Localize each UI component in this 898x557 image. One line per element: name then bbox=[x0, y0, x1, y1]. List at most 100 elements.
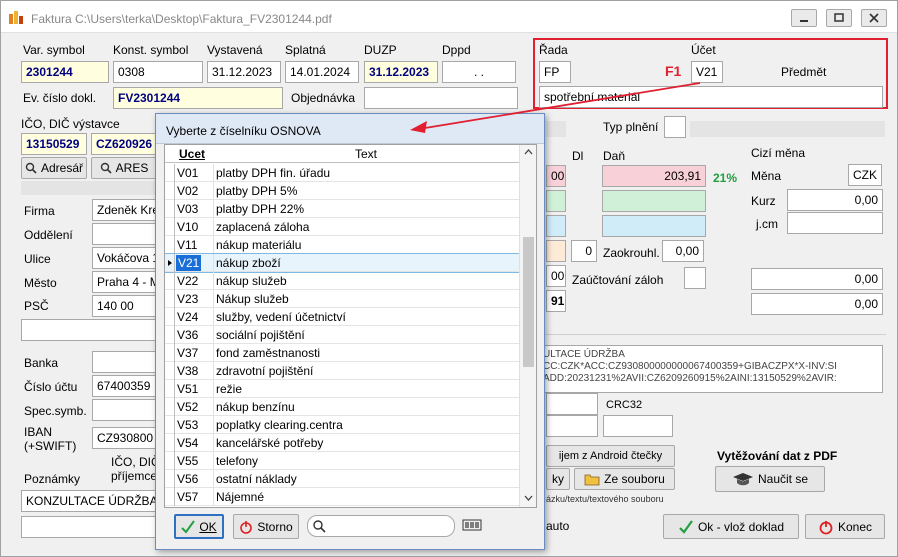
konec-button[interactable]: Konec bbox=[805, 514, 885, 539]
extra-address-field[interactable] bbox=[21, 319, 161, 341]
android-reader-button[interactable]: ijem z Android čtečky bbox=[546, 445, 675, 467]
grid-row[interactable]: V36 sociální pojištění bbox=[165, 326, 520, 344]
row-ucet: V11 bbox=[177, 238, 198, 252]
dl-field[interactable]: 0 bbox=[571, 240, 597, 262]
poznamky-field[interactable]: KONZULTACE ÚDRŽBA bbox=[21, 490, 161, 512]
dan-field-blue[interactable] bbox=[602, 215, 706, 237]
ares-button[interactable]: ARES bbox=[91, 157, 157, 179]
grid-row[interactable]: V51 režie bbox=[165, 380, 520, 398]
vertical-scrollbar[interactable] bbox=[519, 145, 536, 507]
zaokrouhl-field[interactable]: 0,00 bbox=[662, 240, 704, 262]
splatna-field[interactable]: 14.01.2024 bbox=[285, 61, 359, 83]
check-icon bbox=[181, 519, 196, 534]
typ-plneni-field[interactable] bbox=[664, 116, 686, 138]
row-text: režie bbox=[213, 380, 519, 397]
dan-field[interactable]: 203,91 bbox=[602, 165, 706, 187]
psc-field[interactable]: 140 00 bbox=[92, 295, 162, 317]
ev-cislo-field[interactable]: FV2301244 bbox=[113, 87, 283, 109]
grid-row[interactable]: V03 platby DPH 22% bbox=[165, 200, 520, 218]
ico-field[interactable]: 13150529 bbox=[21, 133, 87, 155]
barcode-icon[interactable] bbox=[462, 519, 482, 531]
ico-dic-label: IČO, DIČ výstavce bbox=[21, 117, 120, 131]
duzp-field[interactable]: 31.12.2023 bbox=[364, 61, 438, 83]
osnova-grid[interactable]: Ucet Text V01 platby DPH fin. úřadu V02 pla… bbox=[164, 144, 537, 508]
ulice-field[interactable]: Vokáčova 1 bbox=[92, 247, 162, 269]
grid-row[interactable]: V55 telefony bbox=[165, 452, 520, 470]
row-text: platby DPH 22% bbox=[213, 200, 519, 217]
scroll-up-icon[interactable] bbox=[520, 145, 537, 159]
scroll-down-icon[interactable] bbox=[520, 491, 537, 505]
dan-field-green[interactable] bbox=[602, 190, 706, 212]
grid-row[interactable]: V10 zaplacená záloha bbox=[165, 218, 520, 236]
grid-row[interactable]: V52 nákup benzínu bbox=[165, 398, 520, 416]
ze-souboru-button[interactable]: Ze souboru bbox=[574, 468, 675, 490]
grid-row[interactable]: V37 fond zaměstnanosti bbox=[165, 344, 520, 362]
grid-row[interactable]: V21 nákup zboží bbox=[165, 253, 521, 273]
qr-extra-field-2[interactable] bbox=[546, 415, 598, 437]
crc32-field[interactable] bbox=[603, 415, 673, 437]
cislo-uctu-field[interactable]: 67400359 bbox=[92, 375, 162, 397]
spec-symb-field[interactable] bbox=[92, 399, 162, 421]
minimize-button[interactable] bbox=[791, 9, 817, 27]
row-ucet: V36 bbox=[177, 328, 199, 342]
konst-symbol-field[interactable]: 0308 bbox=[113, 61, 203, 83]
mesto-field[interactable]: Praha 4 - M bbox=[92, 271, 162, 293]
oddeleni-field[interactable] bbox=[92, 223, 162, 245]
grid-row[interactable]: V02 platby DPH 5% bbox=[165, 182, 520, 200]
spec-symb-label: Spec.symb. bbox=[24, 404, 87, 418]
foreign-total-1[interactable]: 0,00 bbox=[751, 268, 883, 290]
rada-field[interactable]: FP bbox=[539, 61, 571, 83]
dppd-field[interactable]: . . bbox=[442, 61, 516, 83]
jcm-field[interactable] bbox=[787, 212, 883, 234]
dialog-search-input[interactable] bbox=[307, 515, 455, 537]
dic-field[interactable]: CZ620926 bbox=[91, 133, 157, 155]
ok-insert-button[interactable]: Ok - vlož doklad bbox=[663, 514, 799, 539]
grid-row[interactable]: V54 kancelářské potřeby bbox=[165, 434, 520, 452]
base-field-blue[interactable] bbox=[546, 215, 566, 237]
grid-row[interactable]: V23 Nákup služeb bbox=[165, 290, 520, 308]
mena-field[interactable]: CZK bbox=[848, 164, 882, 186]
var-symbol-field[interactable]: 2301244 bbox=[21, 61, 109, 83]
grid-row[interactable]: V56 ostatní náklady bbox=[165, 470, 520, 488]
adresar-button[interactable]: Adresář bbox=[21, 157, 87, 179]
ok-button[interactable]: OK bbox=[174, 514, 224, 539]
qr-extra-field[interactable] bbox=[546, 393, 598, 415]
firma-field[interactable]: Zdeněk Kre bbox=[92, 199, 162, 221]
poznamky-field-2[interactable] bbox=[21, 516, 161, 538]
vystavena-field[interactable]: 31.12.2023 bbox=[207, 61, 281, 83]
objednavka-field[interactable] bbox=[364, 87, 518, 109]
grand-total-field[interactable]: 91 bbox=[546, 290, 566, 312]
maximize-button[interactable] bbox=[826, 9, 852, 27]
qr-payment-text[interactable]: ULTACE ÚDRŽBA CC:CZK*ACC:CZ9308000000000… bbox=[538, 345, 883, 393]
predmet-field[interactable]: spotřební materiál bbox=[539, 86, 883, 108]
grid-row[interactable]: V38 zdravotní pojištění bbox=[165, 362, 520, 380]
scroll-thumb[interactable] bbox=[523, 237, 534, 367]
left-total-field[interactable]: 00 bbox=[546, 265, 566, 287]
grid-row[interactable]: V53 poplatky clearing.centra bbox=[165, 416, 520, 434]
foreign-total-2[interactable]: 0,00 bbox=[751, 293, 883, 315]
grid-row[interactable]: V11 nákup materiálu bbox=[165, 236, 520, 254]
close-window-button[interactable] bbox=[861, 9, 887, 27]
base-field-green[interactable] bbox=[546, 190, 566, 212]
close-icon bbox=[869, 13, 879, 23]
grid-row[interactable]: V22 nákup služeb bbox=[165, 272, 520, 290]
storno-label: Storno bbox=[257, 519, 293, 534]
base-field-pink[interactable]: 00 bbox=[546, 165, 566, 187]
banka-field[interactable] bbox=[92, 351, 162, 373]
kurz-field[interactable]: 0,00 bbox=[787, 189, 883, 211]
grid-row[interactable]: V01 platby DPH fin. úřadu bbox=[165, 164, 520, 182]
grid-row[interactable]: V57 Nájemné bbox=[165, 488, 520, 506]
partial-button[interactable]: ky bbox=[546, 468, 570, 490]
iban-field[interactable]: CZ930800 bbox=[92, 427, 162, 449]
ucet-field[interactable]: V21 bbox=[691, 61, 723, 83]
storno-button[interactable]: Storno bbox=[233, 514, 299, 539]
col-ucet-header[interactable]: Ucet bbox=[179, 147, 205, 161]
splatna-label: Splatná bbox=[285, 43, 326, 57]
duzp-label: DUZP bbox=[364, 43, 397, 57]
grid-row[interactable]: V24 služby, vedení účetnictví bbox=[165, 308, 520, 326]
naucit-button[interactable]: Naučit se bbox=[715, 466, 825, 492]
mesto-label: Město bbox=[24, 276, 57, 290]
zauctovani-field[interactable] bbox=[684, 267, 706, 289]
col-text-header[interactable]: Text bbox=[355, 147, 377, 161]
base-field-orange[interactable] bbox=[546, 240, 566, 262]
